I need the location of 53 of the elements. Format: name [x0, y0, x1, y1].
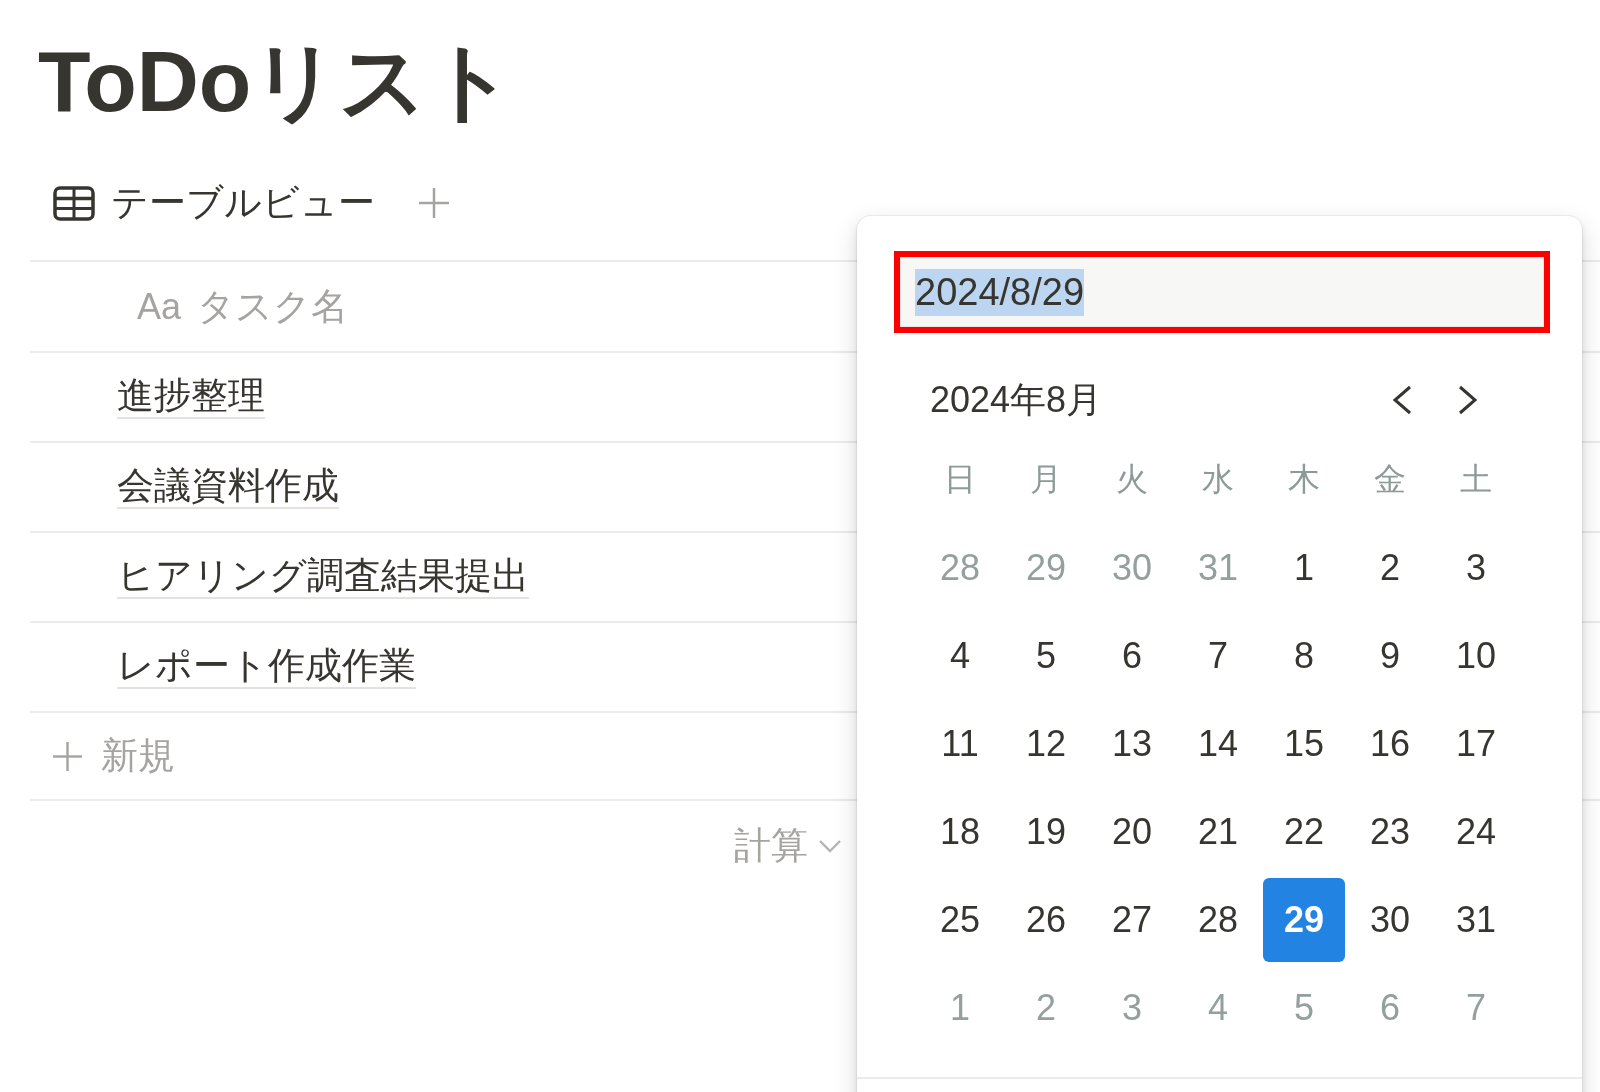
task-name[interactable]: 進捗整理: [117, 374, 265, 420]
calendar-day[interactable]: 31: [1455, 898, 1496, 942]
weekday-label: 金: [1374, 460, 1406, 499]
calendar-day[interactable]: 4: [950, 634, 970, 678]
calendar-day[interactable]: 2: [1380, 546, 1400, 590]
calendar-day[interactable]: 30: [1369, 898, 1410, 942]
calendar-day[interactable]: 5: [1036, 634, 1056, 678]
task-name[interactable]: 会議資料作成: [117, 464, 339, 510]
calendar-day[interactable]: 11: [941, 722, 979, 766]
calendar-day[interactable]: 23: [1369, 810, 1410, 854]
view-tab[interactable]: テーブルビュー: [44, 178, 384, 228]
calendar-day[interactable]: 10: [1455, 634, 1496, 678]
calendar-day[interactable]: 8: [1294, 634, 1314, 678]
calendar-day[interactable]: 28: [1197, 898, 1238, 942]
plus-icon: [418, 187, 450, 219]
weekday-label: 月: [1030, 460, 1062, 499]
calendar-day[interactable]: 20: [1111, 810, 1152, 854]
date-input[interactable]: 2024/8/29: [900, 257, 1544, 327]
calendar-day[interactable]: 19: [1025, 810, 1066, 854]
chevron-left-icon: [1391, 385, 1413, 415]
weekday-label: 水: [1202, 460, 1234, 499]
calendar-day[interactable]: 9: [1380, 634, 1400, 678]
calendar-day[interactable]: 21: [1197, 810, 1238, 854]
calendar-day[interactable]: 6: [1122, 634, 1142, 678]
calendar-day[interactable]: 22: [1283, 810, 1324, 854]
calendar-day[interactable]: 15: [1283, 722, 1324, 766]
calendar-day[interactable]: 16: [1369, 722, 1410, 766]
weekday-label: 日: [944, 460, 976, 499]
task-name[interactable]: レポート作成作業: [117, 644, 416, 690]
calendar-day[interactable]: 13: [1111, 722, 1152, 766]
weekday-label: 火: [1116, 460, 1148, 499]
calendar-day[interactable]: 27: [1111, 898, 1152, 942]
calendar-day[interactable]: 29: [1263, 878, 1345, 962]
table-icon: [53, 185, 95, 221]
type-glyph: Aa: [137, 285, 182, 328]
calendar-day[interactable]: 1: [1294, 546, 1314, 590]
calendar-day[interactable]: 12: [1025, 722, 1066, 766]
calendar-day[interactable]: 3: [1466, 546, 1486, 590]
calendar-day[interactable]: 18: [939, 810, 980, 854]
plus-icon: [52, 740, 83, 772]
page-title: ToDoリスト: [38, 32, 516, 131]
calendar-day[interactable]: 24: [1455, 810, 1496, 854]
calendar-day[interactable]: 7: [1208, 634, 1228, 678]
chevron-down-icon: [818, 839, 842, 853]
chevron-right-icon: [1457, 385, 1479, 415]
month-label: 2024年8月: [930, 377, 1103, 422]
calendar-day[interactable]: 17: [1455, 722, 1496, 766]
calendar-day[interactable]: 25: [939, 898, 980, 942]
weekday-label: 木: [1288, 460, 1320, 499]
calendar-day[interactable]: 14: [1197, 722, 1238, 766]
task-name[interactable]: ヒアリング調査結果提出: [117, 554, 529, 600]
weekday-label: 土: [1460, 460, 1492, 499]
calendar-day[interactable]: 26: [1025, 898, 1066, 942]
